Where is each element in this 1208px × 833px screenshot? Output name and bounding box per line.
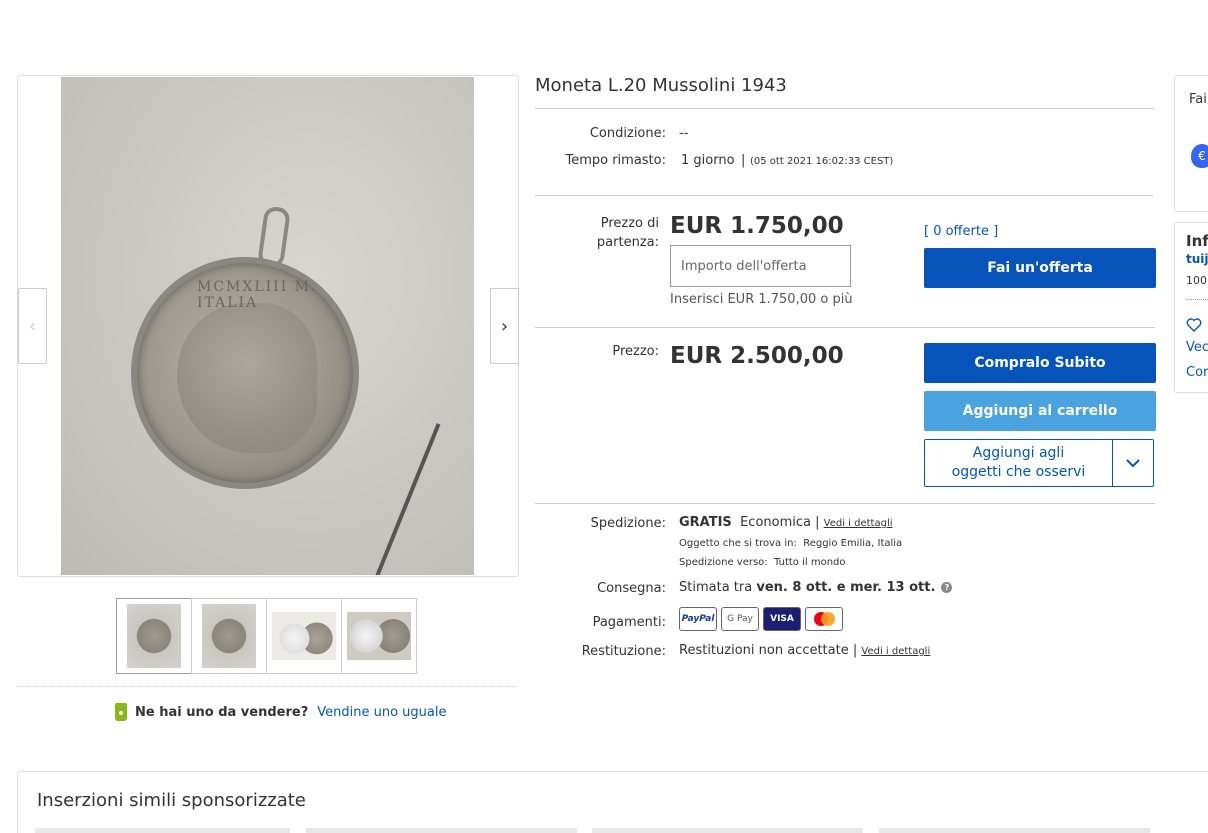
help-icon[interactable]: ? (941, 582, 953, 593)
divider (535, 503, 1155, 504)
bids-count-link[interactable]: [ 0 offerte ] (924, 224, 998, 239)
seller-feedback: 100' (1186, 274, 1208, 287)
shipping-value: GRATIS Economica | Vedi i dettagli (679, 515, 893, 530)
payments-label: Pagamenti: (592, 615, 666, 630)
thumbnail[interactable] (341, 598, 417, 674)
shipping-label: Spedizione: (590, 516, 666, 531)
seller-link-2[interactable]: Cor (1186, 365, 1208, 380)
seller-name[interactable]: tuij (1186, 252, 1208, 266)
time-left-value: 1 giorno (681, 153, 735, 168)
time-separator: | (741, 153, 746, 168)
divider (535, 108, 1155, 109)
price-tag-icon (115, 703, 127, 721)
sell-similar-link[interactable]: Vendine uno uguale (317, 705, 446, 720)
chevron-right-icon: › (500, 315, 509, 337)
add-to-watchlist-button[interactable]: Aggiungi agli oggetti che osservi (924, 439, 1154, 487)
paypal-icon: PayPal (679, 607, 717, 631)
add-to-cart-button[interactable]: Aggiungi al carrello (924, 391, 1156, 431)
sponsored-title: Inserzioni simili sponsorizzate (37, 790, 306, 811)
side-panel-text: Fai (1189, 92, 1207, 107)
google-pay-icon: G Pay (721, 607, 759, 631)
end-time: (05 ott 2021 16:02:33 CEST) (750, 156, 894, 167)
coin-inscription: MCMXLIII M. ITALIA (197, 279, 318, 311)
seller-info-panel: Inf tuij 100' Vec Cor (1174, 222, 1208, 393)
side-panel-offer: Fai € (1174, 75, 1208, 212)
divider (1186, 299, 1208, 300)
heart-icon[interactable] (1186, 318, 1202, 332)
starting-price: EUR 1.750,00 (670, 213, 844, 239)
chevron-down-icon (1126, 459, 1140, 468)
sell-similar-row: Ne hai uno da vendere? Vendine uno ugual… (115, 703, 446, 721)
sponsored-item[interactable] (592, 828, 863, 833)
returns-value: Restituzioni non accettate | Vedi i dett… (679, 643, 931, 658)
returns-label: Restituzione: (581, 644, 666, 659)
thumbnail-strip (116, 598, 417, 674)
returns-details-link[interactable]: Vedi i dettagli (861, 646, 930, 657)
buy-price: EUR 2.500,00 (670, 343, 844, 369)
time-left-label: Tempo rimasto: (565, 153, 666, 168)
coin-image: MCMXLIII M. ITALIA (131, 257, 359, 489)
bid-amount-input[interactable]: Importo dell'offerta (670, 245, 851, 287)
buy-it-now-button[interactable]: Compralo Subito (924, 343, 1156, 383)
thumbnail-image (272, 612, 336, 660)
ships-to: Spedizione verso: Tutto il mondo (679, 557, 846, 568)
item-location: Oggetto che si trova in: Reggio Emilia, … (679, 538, 903, 549)
delivery-estimate: Stimata tra ven. 8 ott. e mer. 13 ott.? (679, 580, 953, 595)
next-image-button[interactable]: › (490, 288, 519, 364)
seller-panel-title: Inf (1186, 232, 1208, 250)
image-gallery: MCMXLIII M. ITALIA ‹ › (17, 75, 519, 577)
starting-price-label: Prezzo di partenza: (596, 216, 659, 250)
watchlist-label[interactable]: Aggiungi agli oggetti che osservi (925, 440, 1113, 486)
sponsored-listings-section: Inserzioni simili sponsorizzate (17, 771, 1208, 833)
sponsored-item[interactable] (306, 828, 577, 833)
money-back-shield-icon: € (1191, 144, 1208, 168)
delivery-label: Consegna: (597, 581, 666, 596)
shipping-details-link[interactable]: Vedi i dettagli (824, 518, 893, 529)
seller-link-1[interactable]: Vec (1186, 340, 1208, 355)
bid-hint: Inserisci EUR 1.750,00 o più (670, 292, 853, 307)
thumbnail-image (127, 604, 181, 668)
previous-image-button[interactable]: ‹ (18, 288, 47, 364)
divider (17, 686, 517, 687)
price-label: Prezzo: (612, 344, 659, 359)
thumbnail[interactable] (116, 598, 192, 674)
thumbnail[interactable] (266, 598, 342, 674)
visa-icon: VISA (763, 607, 801, 631)
watchlist-dropdown[interactable] (1113, 440, 1153, 486)
thumbnail-image (202, 604, 256, 668)
sponsored-item[interactable] (879, 828, 1150, 833)
divider (535, 327, 1155, 328)
sponsored-item[interactable] (35, 828, 290, 833)
place-bid-button[interactable]: Fai un'offerta (924, 248, 1156, 288)
condition-label: Condizione: (589, 126, 666, 141)
divider (535, 195, 1153, 196)
main-photo[interactable]: MCMXLIII M. ITALIA (61, 77, 474, 575)
thumbnail-image (347, 612, 411, 660)
condition-value: -- (679, 126, 689, 141)
thumbnail[interactable] (191, 598, 267, 674)
mastercard-icon (805, 607, 843, 631)
item-title: Moneta L.20 Mussolini 1943 (535, 75, 787, 96)
sell-question: Ne hai uno da vendere? (135, 704, 309, 720)
chevron-left-icon: ‹ (28, 315, 37, 337)
background-rod (365, 423, 441, 575)
payment-methods: PayPal G Pay VISA (679, 607, 847, 631)
